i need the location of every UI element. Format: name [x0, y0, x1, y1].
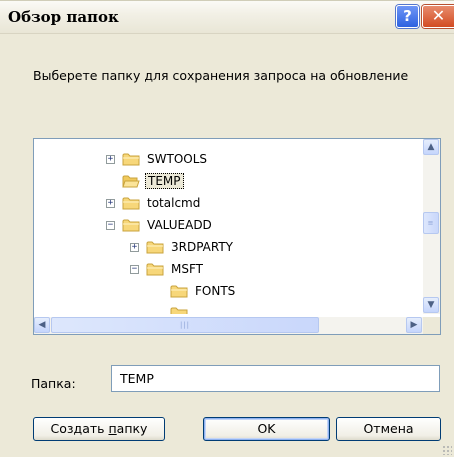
tree-item-msft[interactable]: − MSFT [130, 258, 205, 280]
folder-label: Папка: [31, 376, 76, 391]
help-icon: ? [403, 7, 412, 25]
vertical-scroll-thumb[interactable]: ≡ [423, 212, 439, 234]
vertical-scrollbar[interactable]: ▲ ≡ ▼ [423, 139, 440, 314]
dialog-title: Обзор папок [8, 8, 119, 26]
close-icon: ✕ [431, 6, 446, 25]
help-button[interactable]: ? [396, 5, 419, 28]
tree-item-label: 3RDPARTY [171, 240, 234, 254]
expand-icon[interactable]: + [130, 242, 139, 252]
grip-icon: ≡ [427, 219, 435, 227]
folder-icon [146, 263, 164, 276]
expand-icon[interactable]: + [106, 198, 115, 208]
tree-item-label: SWTOOLS [147, 152, 208, 166]
instruction-text: Выберете папку для сохранения запроса на… [33, 68, 409, 83]
arrow-left-icon: ◀ [38, 320, 46, 330]
folder-icon [122, 219, 140, 232]
tree-item-label: MSFT [171, 262, 203, 276]
folder-tree[interactable]: + SWTOOLS TEMP + totalcmd − VALUEADD + 3… [33, 138, 441, 335]
ok-label: OK [257, 421, 276, 436]
collapse-icon[interactable]: − [106, 220, 115, 230]
tree-item-label: VALUEADD [147, 218, 212, 232]
collapse-icon[interactable]: − [130, 264, 139, 274]
tree-item-fonts[interactable]: FONTS [170, 280, 237, 302]
horizontal-scroll-thumb[interactable]: ||| [51, 317, 319, 333]
tree-item-label: TEMP [145, 173, 184, 189]
scroll-up-button[interactable]: ▲ [423, 139, 439, 155]
tree-item-3rdparty[interactable]: + 3RDPARTY [130, 236, 235, 258]
folder-icon [170, 285, 188, 298]
arrow-right-icon: ▶ [410, 320, 418, 330]
folder-icon [146, 241, 164, 254]
tree-item-swtools[interactable]: + SWTOOLS [106, 148, 209, 170]
folder-icon [122, 153, 140, 166]
grip-icon: ||| [179, 321, 191, 329]
cancel-label: Отмена [363, 421, 414, 436]
tree-item-temp[interactable]: TEMP [122, 170, 184, 192]
scroll-right-button[interactable]: ▶ [406, 317, 422, 333]
folder-icon [122, 197, 140, 210]
new-folder-label-suffix: апку [116, 421, 148, 436]
folder-name-input[interactable]: TEMP [111, 365, 440, 392]
tree-item-label: totalcmd [147, 196, 201, 210]
open-folder-icon [122, 175, 140, 188]
scrollbar-corner [423, 317, 440, 334]
folder-tree-items: + SWTOOLS TEMP + totalcmd − VALUEADD + 3… [34, 139, 416, 314]
cancel-button[interactable]: Отмена [336, 417, 441, 441]
arrow-down-icon: ▼ [427, 300, 435, 310]
scroll-left-button[interactable]: ◀ [34, 317, 50, 333]
tree-item-partial [170, 302, 193, 314]
title-bar[interactable]: Обзор папок ? ✕ [0, 1, 454, 34]
expand-icon[interactable]: + [106, 154, 115, 164]
ok-button[interactable]: OK [203, 417, 330, 441]
scroll-down-button[interactable]: ▼ [423, 297, 439, 313]
arrow-up-icon: ▲ [427, 142, 435, 152]
tree-item-totalcmd[interactable]: + totalcmd [106, 192, 202, 214]
tree-item-label: FONTS [195, 284, 236, 298]
tree-item-valueadd[interactable]: − VALUEADD [106, 214, 214, 236]
folder-icon [170, 307, 188, 314]
browse-folders-dialog: Обзор папок ? ✕ Выберете папку для сохра… [0, 0, 454, 457]
new-folder-label-prefix: Создать [50, 421, 109, 436]
new-folder-label-accel: п [108, 421, 117, 436]
close-button[interactable]: ✕ [422, 5, 454, 28]
new-folder-button[interactable]: Создать папку [33, 417, 165, 441]
horizontal-scrollbar[interactable]: ◀ ||| ▶ [34, 317, 423, 334]
resize-grip-icon[interactable] [442, 445, 452, 455]
